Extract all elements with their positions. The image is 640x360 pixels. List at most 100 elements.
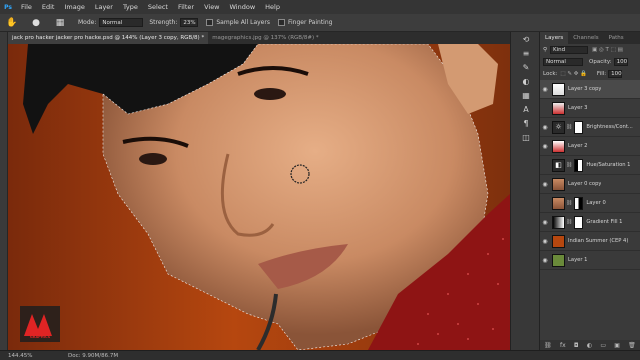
layer-thumbnail: [552, 139, 565, 153]
sample-all-layers-checkbox[interactable]: [206, 19, 214, 26]
layer-mask: [574, 215, 584, 229]
lock-label: Lock:: [543, 71, 558, 77]
layer-mask: [574, 196, 584, 210]
link-icon: ⛓: [566, 162, 573, 168]
layer-row[interactable]: ◉ ☼ ⛓ Brightness/Cont...: [540, 118, 640, 137]
panel-icon-strip: ⟲ ≡ ✎ ◐ ▦ A ¶ ◫: [510, 32, 540, 350]
visibility-eye-icon[interactable]: ◉: [540, 143, 550, 150]
adjustment-thumbnail: ☼: [552, 120, 565, 134]
layer-thumbnail: [552, 234, 565, 248]
brush-icon[interactable]: ✎: [511, 60, 541, 74]
toolbox[interactable]: [0, 32, 8, 350]
smudge-tool-icon[interactable]: ✋: [0, 14, 24, 32]
menu-help[interactable]: Help: [260, 3, 285, 11]
layer-row[interactable]: ◉ ⛓ Gradient Fill 1: [540, 213, 640, 232]
layer-row[interactable]: ◧ ⛓ Hue/Saturation 1: [540, 156, 640, 175]
visibility-eye-icon[interactable]: ◉: [540, 86, 550, 93]
options-bar: ✋ ● ▦ Mode: Normal Strength: 23% Sample …: [0, 14, 640, 32]
layer-row[interactable]: ◉ Layer 3 copy: [540, 80, 640, 99]
menu-file[interactable]: File: [16, 3, 37, 11]
panel-tabs: Layers Channels Paths: [540, 32, 640, 44]
add-mask-icon[interactable]: ◘: [574, 342, 579, 349]
finger-painting-checkbox[interactable]: [277, 19, 285, 26]
layers-panel-footer: ⛓ fx ◘ ◐ ▭ ▣ 🗑: [540, 340, 640, 350]
canvas-photo: [8, 44, 510, 350]
fill-input[interactable]: 100: [608, 70, 623, 78]
link-icon: ⛓: [566, 219, 573, 225]
layer-mask: [574, 120, 584, 134]
new-group-icon[interactable]: ▭: [600, 342, 606, 349]
sample-all-layers-label: Sample All Layers: [216, 19, 270, 26]
layer-thumbnail: [552, 101, 565, 115]
doc-size: Doc: 9.90M/86.7M: [68, 352, 119, 359]
adjustment-layer-icon[interactable]: ◐: [587, 342, 592, 349]
layer-row[interactable]: ◉ Layer 1: [540, 251, 640, 270]
swatches-icon[interactable]: ▦: [511, 88, 541, 102]
layer-thumbnail: [552, 82, 565, 96]
finger-painting-label: Finger Painting: [287, 19, 333, 26]
blend-row: Normal Opacity: 100: [540, 56, 640, 68]
new-layer-icon[interactable]: ▣: [614, 342, 620, 349]
adjustment-thumbnail: ◧: [552, 158, 565, 172]
document-canvas[interactable]: GRAPHICS: [8, 44, 510, 350]
layer-row[interactable]: ⛓ Layer 0: [540, 194, 640, 213]
layer-thumbnail: [552, 177, 565, 191]
lock-row: Lock: ⬚ ✎ ✥ 🔒 Fill: 100: [540, 68, 640, 80]
properties-icon[interactable]: ≡: [511, 46, 541, 60]
character-icon[interactable]: A: [511, 102, 541, 116]
brush-preset-icon[interactable]: ●: [24, 14, 48, 32]
opacity-label: Opacity:: [589, 59, 612, 65]
trash-icon[interactable]: 🗑: [628, 342, 636, 349]
menu-image[interactable]: Image: [59, 3, 89, 11]
adjustments-icon[interactable]: ◐: [511, 74, 541, 88]
paragraph-icon[interactable]: ¶: [511, 116, 541, 130]
menu-bar: Ps File Edit Image Layer Type Select Fil…: [0, 0, 640, 14]
brush-settings-icon[interactable]: ▦: [48, 14, 72, 32]
menu-edit[interactable]: Edit: [37, 3, 60, 11]
tab-paths[interactable]: Paths: [604, 32, 629, 44]
menu-type[interactable]: Type: [118, 3, 143, 11]
layer-name: Hue/Saturation 1: [586, 162, 631, 168]
menu-window[interactable]: Window: [225, 3, 261, 11]
layer-row[interactable]: ◉ Indian Summer (CEP 4): [540, 232, 640, 251]
strength-input[interactable]: 23%: [180, 18, 199, 27]
fx-icon[interactable]: fx: [560, 342, 566, 349]
mode-label: Mode:: [78, 19, 97, 26]
visibility-eye-icon[interactable]: ◉: [540, 181, 550, 188]
menu-layer[interactable]: Layer: [90, 3, 118, 11]
layer-name: Indian Summer (CEP 4): [568, 238, 629, 244]
layer-name: Layer 1: [568, 257, 588, 263]
menu-filter[interactable]: Filter: [173, 3, 199, 11]
layer-name: Layer 0: [586, 200, 606, 206]
layer-row[interactable]: ◉ Layer 2: [540, 137, 640, 156]
visibility-eye-icon[interactable]: ◉: [540, 219, 550, 226]
filter-icons[interactable]: ▣ ◎ T ⬚ ▤: [592, 47, 623, 53]
layer-list: ◉ Layer 3 copy Layer 3 ◉ ☼ ⛓ Brightness/…: [540, 80, 640, 270]
strength-label: Strength:: [149, 19, 178, 26]
mode-select[interactable]: Normal: [99, 18, 144, 27]
search-icon: ⚲: [543, 47, 548, 53]
tab-layers[interactable]: Layers: [540, 32, 569, 44]
layer-name: Layer 3: [568, 105, 588, 111]
menu-view[interactable]: View: [199, 3, 224, 11]
layer-name: Brightness/Cont...: [586, 124, 633, 130]
layer-comps-icon[interactable]: ◫: [511, 130, 541, 144]
layer-thumbnail: [552, 253, 565, 267]
kind-filter-select[interactable]: Kind: [550, 46, 589, 54]
zoom-level[interactable]: 144.45%: [8, 353, 58, 359]
link-layers-icon[interactable]: ⛓: [544, 342, 552, 349]
layer-thumbnail: [552, 196, 565, 210]
tab-second-document[interactable]: magegraphics.jpg @ 137% (RGB/8#) *: [208, 32, 322, 44]
visibility-eye-icon[interactable]: ◉: [540, 238, 550, 245]
opacity-input[interactable]: 100: [613, 58, 628, 66]
tab-channels[interactable]: Channels: [568, 32, 603, 44]
tab-active-document[interactable]: jack pro hacker jacker pro hacke.psd @ 1…: [8, 32, 209, 44]
visibility-eye-icon[interactable]: ◉: [540, 124, 550, 131]
layer-row[interactable]: Layer 3: [540, 99, 640, 118]
layer-row[interactable]: ◉ Layer 0 copy: [540, 175, 640, 194]
history-icon[interactable]: ⟲: [511, 32, 541, 46]
visibility-eye-icon[interactable]: ◉: [540, 257, 550, 264]
blend-mode-select[interactable]: Normal: [543, 58, 583, 66]
menu-select[interactable]: Select: [143, 3, 173, 11]
lock-icons[interactable]: ⬚ ✎ ✥ 🔒: [560, 71, 587, 77]
